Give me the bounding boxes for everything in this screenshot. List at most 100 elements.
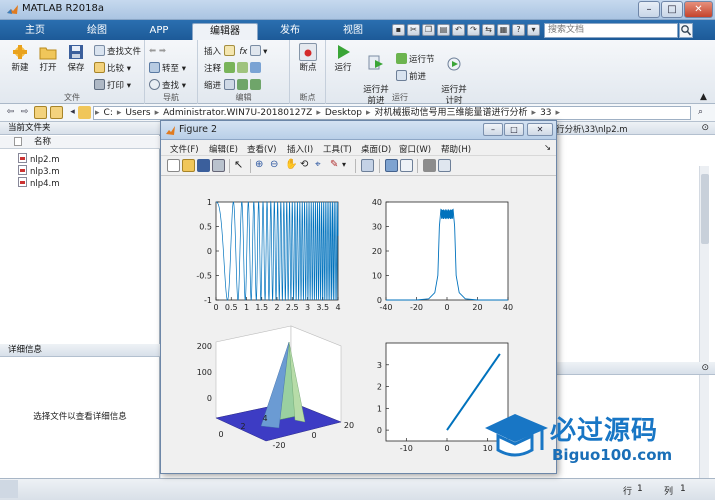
cut-icon[interactable]: ✂: [407, 24, 420, 36]
open-button[interactable]: 打开: [34, 43, 62, 74]
tab-editor[interactable]: 编辑器: [192, 23, 258, 40]
goto-button[interactable]: 转至 ▾: [149, 62, 186, 75]
search-input[interactable]: 搜索文档: [544, 23, 678, 38]
open-file-icon[interactable]: [182, 159, 195, 172]
menu-window[interactable]: 窗口(W): [399, 143, 431, 155]
figure-menubar: 文件(F) 编辑(E) 查看(V) 插入(I) 工具(T) 桌面(D) 窗口(W…: [161, 140, 556, 156]
zoom-in-icon[interactable]: ⊕: [255, 159, 268, 172]
fx-icon[interactable]: fx: [239, 47, 247, 57]
file-item[interactable]: nlp4.m: [18, 177, 60, 189]
menu-help[interactable]: 帮助(H): [441, 143, 471, 155]
scrollbar-thumb[interactable]: [701, 174, 709, 244]
y-tick-label: 40: [372, 198, 382, 207]
insert-dropdown-icon[interactable]: [250, 45, 262, 56]
save-button[interactable]: 保存: [62, 43, 90, 74]
advance-button[interactable]: 前进: [396, 70, 426, 83]
current-folder-path[interactable]: ▸ C: ▸ Users ▸ Administrator.WIN7U-20180127Z ▸…: [93, 106, 691, 120]
dock-figure-icon[interactable]: ↘: [544, 143, 551, 153]
increase-indent-icon: [236, 79, 248, 90]
new-button[interactable]: 新建: [6, 43, 34, 74]
command-window-menu-icon[interactable]: ⊙: [701, 363, 709, 373]
quick-access-dropdown-icon[interactable]: ▾: [527, 24, 540, 36]
tab-plots[interactable]: 绘图: [66, 23, 128, 40]
menu-desktop[interactable]: 桌面(D): [361, 143, 391, 155]
rotate-3d-icon[interactable]: ⟲: [300, 159, 313, 172]
tab-home[interactable]: 主页: [4, 23, 66, 40]
switch-windows-icon[interactable]: ⇆: [482, 24, 495, 36]
print-button[interactable]: 打印 ▾: [94, 79, 131, 92]
tab-view[interactable]: 视图: [322, 23, 384, 40]
redo-icon[interactable]: ↷: [467, 24, 480, 36]
find-files-button[interactable]: 查找文件: [94, 45, 141, 58]
save-figure-icon[interactable]: [197, 159, 210, 172]
menu-edit[interactable]: 编辑(E): [209, 143, 238, 155]
path-segment[interactable]: Desktop: [322, 107, 365, 119]
figure-close-button[interactable]: ✕: [527, 123, 553, 136]
find-button[interactable]: 查找 ▾: [149, 79, 186, 92]
forward-icon[interactable]: ⇨: [18, 106, 31, 119]
compare-button[interactable]: 比较 ▾: [94, 62, 131, 75]
indent-button[interactable]: 缩进: [204, 79, 263, 92]
breakpoints-button[interactable]: 断点: [294, 43, 322, 74]
back-forward-button[interactable]: ⬅ ➡: [149, 45, 166, 58]
run-section-button[interactable]: 运行节: [396, 53, 435, 66]
run-button[interactable]: 运行: [329, 43, 357, 74]
figure-maximize-button[interactable]: □: [504, 123, 524, 136]
figure-minimize-button[interactable]: –: [483, 123, 503, 136]
legend-icon[interactable]: [400, 159, 413, 172]
collapse-ribbon-icon[interactable]: ▲: [700, 92, 707, 102]
figure-title-bar[interactable]: Figure 2 – □ ✕: [161, 121, 556, 140]
tab-apps[interactable]: APP: [128, 23, 190, 40]
editor-menu-icon[interactable]: ⊙: [701, 123, 709, 133]
maximize-button[interactable]: □: [661, 1, 683, 18]
save-icon[interactable]: ▪: [392, 24, 405, 36]
layout-icon[interactable]: ▦: [497, 24, 510, 36]
link-plot-icon[interactable]: [361, 159, 374, 172]
name-column-header[interactable]: 名称: [0, 136, 160, 149]
path-segment[interactable]: 33: [537, 107, 554, 119]
pan-icon[interactable]: ✋: [285, 159, 298, 172]
file-name: nlp2.m: [30, 155, 60, 165]
brush-dropdown-icon[interactable]: ▾: [342, 159, 355, 172]
path-segment[interactable]: C:: [101, 107, 116, 119]
show-plot-tools-icon[interactable]: [438, 159, 451, 172]
menu-view[interactable]: 查看(V): [247, 143, 276, 155]
file-item[interactable]: nlp3.m: [18, 165, 60, 177]
path-segment[interactable]: Administrator.WIN7U-20180127Z: [160, 107, 315, 119]
save-label: 保存: [67, 63, 85, 73]
y-tick-label: 3: [377, 361, 382, 370]
back-icon[interactable]: ⇦: [4, 106, 17, 119]
menu-file[interactable]: 文件(F): [170, 143, 199, 155]
minimize-button[interactable]: –: [638, 1, 660, 18]
data-cursor-icon[interactable]: ⌖: [315, 159, 328, 172]
copy-icon[interactable]: ❐: [422, 24, 435, 36]
up-folder-icon[interactable]: [34, 106, 47, 119]
undo-icon[interactable]: ↶: [452, 24, 465, 36]
print-figure-icon[interactable]: [212, 159, 225, 172]
search-folder-icon[interactable]: ⌕: [694, 106, 707, 119]
colorbar-icon[interactable]: [385, 159, 398, 172]
path-segment[interactable]: 对机械振动信号用三维能量谱进行分析: [372, 107, 531, 119]
zoom-out-icon[interactable]: ⊖: [270, 159, 283, 172]
y-tick-label: 10: [372, 272, 382, 281]
new-figure-icon[interactable]: [167, 159, 180, 172]
menu-tools[interactable]: 工具(T): [323, 143, 352, 155]
paste-icon[interactable]: ▤: [437, 24, 450, 36]
insert-button[interactable]: 插入 fx ▾: [204, 45, 267, 58]
tab-publish[interactable]: 发布: [258, 23, 322, 40]
editor-file-tab[interactable]: 行分析\33\nlp2.m: [556, 123, 628, 135]
help-icon[interactable]: ?: [512, 24, 525, 36]
hide-plot-tools-icon[interactable]: [423, 159, 436, 172]
x-tick-label: 2.5: [286, 303, 299, 312]
close-button[interactable]: ✕: [684, 1, 713, 18]
y-tick-label: 20: [372, 247, 382, 256]
browse-folder-icon[interactable]: [50, 106, 63, 119]
pointer-icon[interactable]: ↖: [234, 159, 247, 172]
file-item[interactable]: nlp2.m: [18, 153, 60, 165]
edit-group-label: 编辑: [235, 93, 252, 102]
search-icon[interactable]: [679, 23, 693, 38]
toolbar-separator: [229, 159, 230, 173]
path-segment[interactable]: Users: [122, 107, 153, 119]
menu-insert[interactable]: 插入(I): [287, 143, 313, 155]
comment-button[interactable]: 注释: [204, 62, 263, 75]
